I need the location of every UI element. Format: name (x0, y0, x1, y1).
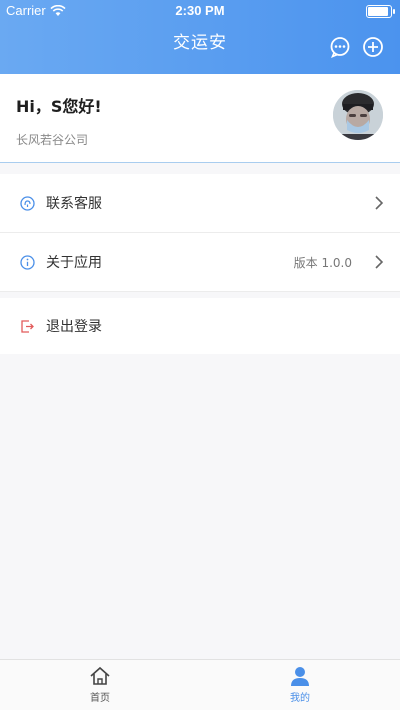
settings-menu: 联系客服 关于应用 版本 1.0.0 (0, 174, 400, 292)
headset-icon (20, 196, 35, 211)
company-name: 长风若谷公司 (16, 133, 89, 147)
tab-me[interactable]: 我的 (270, 665, 330, 704)
tab-bar: 首页 我的 (0, 659, 400, 710)
menu-item-label: 联系客服 (46, 196, 102, 212)
avatar-photo (333, 90, 383, 140)
tab-home-label: 首页 (90, 693, 110, 704)
status-bar: Carrier 2:30 PM (0, 0, 400, 22)
avatar[interactable] (333, 90, 383, 140)
menu-item-about[interactable]: 关于应用 版本 1.0.0 (0, 233, 400, 292)
app-header: Carrier 2:30 PM 交运安 (0, 0, 400, 74)
profile-card: Hi，S您好! 长风若谷公司 (0, 74, 400, 163)
logout-icon (21, 320, 34, 333)
logout-button[interactable]: 退出登录 (0, 298, 400, 354)
chevron-right-icon (375, 255, 384, 269)
tab-me-label: 我的 (290, 693, 310, 704)
status-time: 2:30 PM (175, 3, 225, 18)
tab-home[interactable]: 首页 (70, 665, 130, 704)
battery-icon (366, 5, 395, 18)
logout-label: 退出登录 (46, 319, 102, 335)
message-icon[interactable] (329, 36, 351, 58)
greeting-text: Hi，S您好! (16, 97, 102, 116)
menu-item-label: 关于应用 (46, 255, 102, 271)
version-text: 版本 1.0.0 (293, 256, 352, 270)
chevron-right-icon (375, 196, 384, 210)
add-icon[interactable] (362, 36, 384, 58)
info-icon (20, 255, 35, 270)
home-icon (90, 666, 110, 685)
user-icon (291, 667, 309, 686)
menu-item-customer-service[interactable]: 联系客服 (0, 174, 400, 233)
